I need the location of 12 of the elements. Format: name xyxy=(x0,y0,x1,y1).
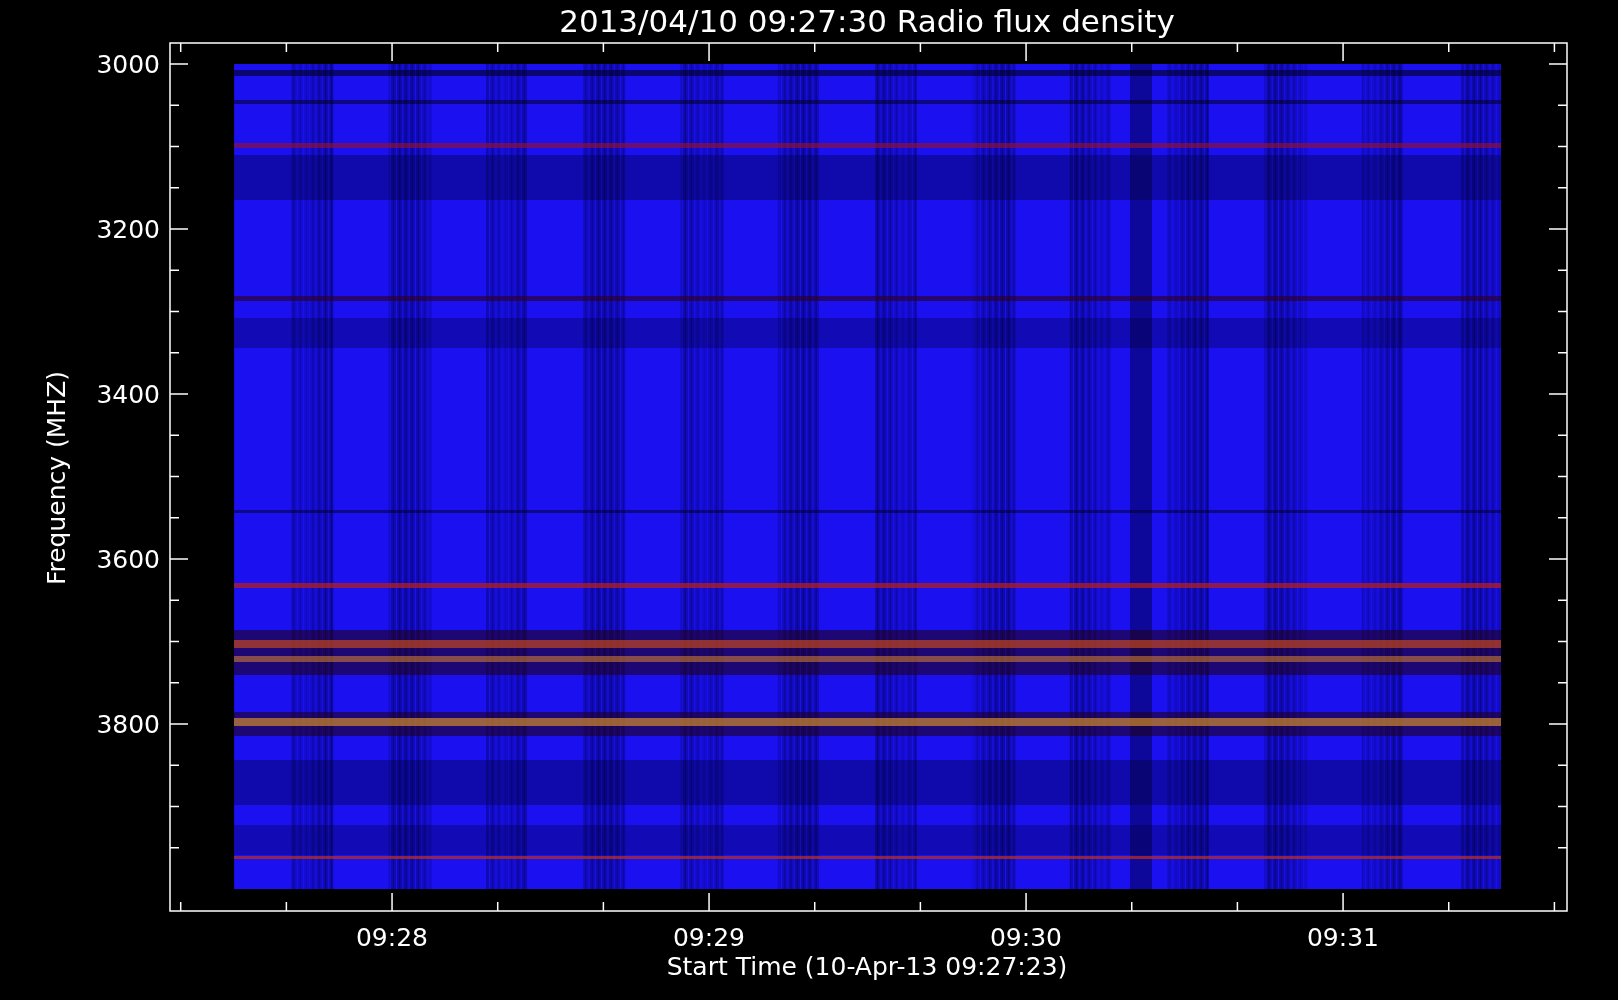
chart-title: 2013/04/10 09:27:30 Radio flux density xyxy=(559,3,1175,39)
x-tick-label: 09:30 xyxy=(990,923,1062,952)
y-tick-label: 3800 xyxy=(96,710,160,739)
x-tick-label: 09:29 xyxy=(673,923,745,952)
x-tick-label: 09:28 xyxy=(356,923,428,952)
x-axis-label: Start Time (10-Apr-13 09:27:23) xyxy=(666,952,1068,981)
y-axis-label: Frequency (MHZ) xyxy=(42,370,71,586)
y-tick-label: 3600 xyxy=(96,545,160,574)
y-tick-label: 3400 xyxy=(96,380,160,409)
y-tick-label: 3000 xyxy=(96,50,160,79)
y-tick-label: 3200 xyxy=(96,215,160,244)
x-tick-label: 09:31 xyxy=(1307,923,1379,952)
